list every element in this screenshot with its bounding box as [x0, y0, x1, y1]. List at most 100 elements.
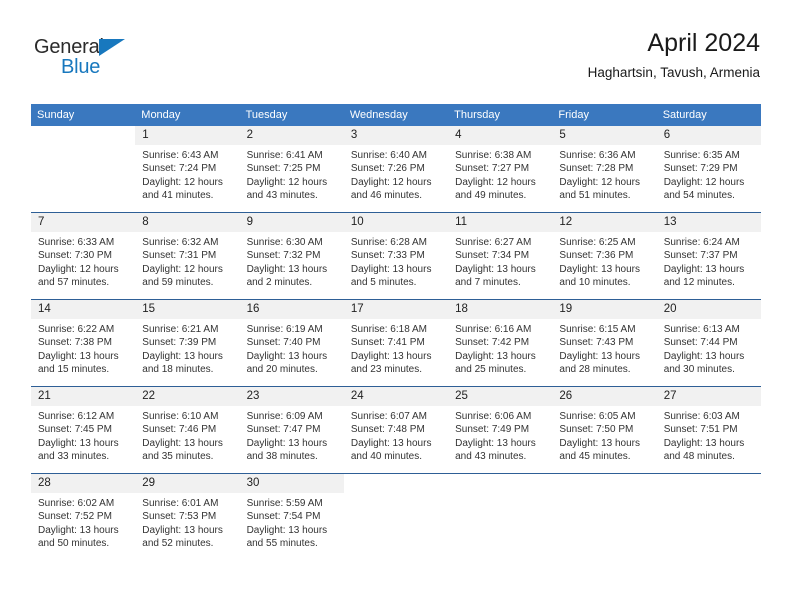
- sunset-time: Sunset: 7:47 PM: [246, 424, 321, 436]
- daylight-duration-line1: Daylight: 13 hours: [663, 350, 745, 362]
- calendar-day-cell[interactable]: 4 Sunrise: 6:38 AM Sunset: 7:27 PM Daylight…: [448, 126, 553, 213]
- page-subtitle: Haghartsin, Tavush, Armenia: [587, 65, 760, 80]
- day-sun-info: Sunrise: 6:36 AM Sunset: 7:28 PM Daylight:…: [552, 145, 656, 203]
- calendar-day-cell[interactable]: 28 Sunrise: 6:02 AM Sunset: 7:52 PM Dayligh…: [31, 473, 136, 560]
- day-number: [657, 474, 761, 493]
- calendar-day-cell[interactable]: 21 Sunrise: 6:12 AM Sunset: 7:45 PM Dayligh…: [31, 386, 136, 474]
- column-header-monday: Monday: [135, 104, 240, 126]
- daylight-duration-line2: and 2 minutes.: [246, 277, 313, 289]
- day-number: 12: [552, 213, 657, 232]
- day-cell-content: 10 Sunrise: 6:28 AM Sunset: 7:33 PM Dayligh…: [343, 213, 449, 299]
- calendar-day-cell[interactable]: 2 Sunrise: 6:41 AM Sunset: 7:25 PM Daylight…: [239, 126, 344, 213]
- column-header-friday: Friday: [552, 104, 657, 126]
- day-number: 20: [656, 300, 761, 319]
- daylight-duration-line2: and 38 minutes.: [246, 451, 318, 463]
- calendar-day-cell[interactable]: 18 Sunrise: 6:16 AM Sunset: 7:42 PM Dayligh…: [448, 299, 553, 387]
- sunrise-time: Sunrise: 6:24 AM: [663, 237, 740, 248]
- calendar-day-cell[interactable]: 24 Sunrise: 6:07 AM Sunset: 7:48 PM Dayligh…: [343, 386, 449, 474]
- day-sun-info: Sunrise: 6:43 AM Sunset: 7:24 PM Daylight:…: [135, 145, 239, 203]
- daylight-duration-line1: Daylight: 13 hours: [455, 350, 536, 362]
- day-number: 13: [656, 213, 761, 232]
- daylight-duration-line2: and 43 minutes.: [246, 190, 318, 202]
- day-number: 17: [343, 300, 449, 319]
- calendar-day-cell[interactable]: 27 Sunrise: 6:03 AM Sunset: 7:51 PM Dayligh…: [656, 386, 761, 474]
- calendar-day-cell[interactable]: 10 Sunrise: 6:28 AM Sunset: 7:33 PM Dayligh…: [343, 212, 449, 300]
- sunrise-time: Sunrise: 6:02 AM: [38, 498, 115, 509]
- calendar-day-cell[interactable]: 22 Sunrise: 6:10 AM Sunset: 7:46 PM Dayligh…: [135, 386, 240, 474]
- day-number: [448, 474, 552, 493]
- calendar-day-cell[interactable]: 19 Sunrise: 6:15 AM Sunset: 7:43 PM Dayligh…: [552, 299, 657, 387]
- day-cell-content: [31, 126, 135, 212]
- sunset-time: Sunset: 7:43 PM: [559, 337, 634, 349]
- calendar-day-cell[interactable]: 26 Sunrise: 6:05 AM Sunset: 7:50 PM Dayligh…: [552, 386, 657, 474]
- day-sun-info: Sunrise: 6:07 AM Sunset: 7:48 PM Daylight:…: [344, 406, 448, 464]
- day-cell-content: [448, 474, 552, 560]
- sunset-time: Sunset: 7:30 PM: [38, 250, 112, 262]
- daylight-duration-line1: Daylight: 13 hours: [38, 350, 119, 362]
- day-number: 26: [552, 387, 657, 406]
- day-cell-content: 3 Sunrise: 6:40 AM Sunset: 7:26 PM Daylight…: [343, 126, 449, 212]
- calendar-day-cell[interactable]: 3 Sunrise: 6:40 AM Sunset: 7:26 PM Daylight…: [343, 126, 449, 213]
- calendar-empty-cell: [656, 473, 761, 560]
- calendar-day-cell[interactable]: 17 Sunrise: 6:18 AM Sunset: 7:41 PM Dayligh…: [343, 299, 449, 387]
- day-cell-content: 16 Sunrise: 6:19 AM Sunset: 7:40 PM Dayligh…: [239, 300, 344, 386]
- daylight-duration-line2: and 55 minutes.: [246, 538, 318, 550]
- calendar-day-cell[interactable]: 8 Sunrise: 6:32 AM Sunset: 7:31 PM Daylight…: [135, 212, 240, 300]
- calendar-day-cell[interactable]: 12 Sunrise: 6:25 AM Sunset: 7:36 PM Dayligh…: [552, 212, 657, 300]
- sunset-time: Sunset: 7:27 PM: [455, 163, 530, 175]
- day-cell-content: 25 Sunrise: 6:06 AM Sunset: 7:49 PM Dayligh…: [448, 387, 553, 473]
- daylight-duration-line2: and 30 minutes.: [663, 364, 735, 376]
- day-number: 23: [239, 387, 344, 406]
- calendar-day-cell[interactable]: 16 Sunrise: 6:19 AM Sunset: 7:40 PM Dayligh…: [239, 299, 344, 387]
- day-cell-content: 6 Sunrise: 6:35 AM Sunset: 7:29 PM Daylight…: [656, 126, 761, 212]
- calendar-day-cell[interactable]: 13 Sunrise: 6:24 AM Sunset: 7:37 PM Dayligh…: [656, 212, 761, 300]
- sunrise-time: Sunrise: 6:40 AM: [350, 150, 427, 161]
- daylight-duration-line2: and 52 minutes.: [142, 538, 214, 550]
- page-header: General Blue April 2024 Haghartsin, Tavu…: [0, 0, 792, 100]
- daylight-duration-line1: Daylight: 13 hours: [350, 263, 432, 275]
- calendar-header-row: Sunday Monday Tuesday Wednesday Thursday…: [31, 104, 761, 126]
- daylight-duration-line2: and 18 minutes.: [142, 364, 214, 376]
- day-cell-content: 13 Sunrise: 6:24 AM Sunset: 7:37 PM Dayligh…: [656, 213, 761, 299]
- day-sun-info: Sunrise: 6:28 AM Sunset: 7:33 PM Daylight:…: [344, 232, 448, 290]
- daylight-duration-line1: Daylight: 13 hours: [559, 350, 641, 362]
- day-sun-info: Sunrise: 6:25 AM Sunset: 7:36 PM Daylight:…: [552, 232, 656, 290]
- day-number: 21: [31, 387, 136, 406]
- calendar-day-cell[interactable]: 23 Sunrise: 6:09 AM Sunset: 7:47 PM Dayligh…: [239, 386, 344, 474]
- calendar-day-cell[interactable]: 25 Sunrise: 6:06 AM Sunset: 7:49 PM Dayligh…: [448, 386, 553, 474]
- calendar-day-cell[interactable]: 7 Sunrise: 6:33 AM Sunset: 7:30 PM Daylight…: [31, 212, 136, 300]
- day-cell-content: 7 Sunrise: 6:33 AM Sunset: 7:30 PM Daylight…: [31, 213, 136, 299]
- calendar-empty-cell: [31, 126, 135, 213]
- day-cell-content: 4 Sunrise: 6:38 AM Sunset: 7:27 PM Daylight…: [448, 126, 553, 212]
- calendar-day-cell[interactable]: 29 Sunrise: 6:01 AM Sunset: 7:53 PM Dayligh…: [135, 473, 240, 560]
- column-header-tuesday: Tuesday: [239, 104, 344, 126]
- sunrise-time: Sunrise: 6:32 AM: [142, 237, 219, 248]
- daylight-duration-line2: and 20 minutes.: [246, 364, 318, 376]
- calendar-day-cell[interactable]: 1 Sunrise: 6:43 AM Sunset: 7:24 PM Daylight…: [135, 126, 240, 213]
- day-cell-content: 17 Sunrise: 6:18 AM Sunset: 7:41 PM Dayligh…: [343, 300, 449, 386]
- calendar-day-cell[interactable]: 6 Sunrise: 6:35 AM Sunset: 7:29 PM Daylight…: [656, 126, 761, 213]
- day-number: 16: [239, 300, 344, 319]
- calendar-day-cell[interactable]: 30 Sunrise: 5:59 AM Sunset: 7:54 PM Dayligh…: [239, 473, 344, 560]
- day-cell-content: 21 Sunrise: 6:12 AM Sunset: 7:45 PM Dayligh…: [31, 387, 136, 473]
- calendar-day-cell[interactable]: 20 Sunrise: 6:13 AM Sunset: 7:44 PM Dayligh…: [656, 299, 761, 387]
- day-sun-info: Sunrise: 6:16 AM Sunset: 7:42 PM Daylight:…: [448, 319, 552, 377]
- sunset-time: Sunset: 7:33 PM: [350, 250, 425, 262]
- calendar-day-cell[interactable]: 5 Sunrise: 6:36 AM Sunset: 7:28 PM Daylight…: [552, 126, 657, 213]
- sunset-time: Sunset: 7:42 PM: [455, 337, 530, 349]
- calendar-day-cell[interactable]: 15 Sunrise: 6:21 AM Sunset: 7:39 PM Dayligh…: [135, 299, 240, 387]
- title-block: April 2024 Haghartsin, Tavush, Armenia: [588, 28, 760, 83]
- day-cell-content: 30 Sunrise: 5:59 AM Sunset: 7:54 PM Dayligh…: [239, 474, 344, 560]
- sunset-time: Sunset: 7:31 PM: [142, 250, 217, 262]
- day-sun-info: Sunrise: 6:10 AM Sunset: 7:46 PM Daylight:…: [135, 406, 239, 464]
- calendar-day-cell[interactable]: 11 Sunrise: 6:27 AM Sunset: 7:34 PM Dayligh…: [448, 212, 553, 300]
- sunrise-time: Sunrise: 6:19 AM: [246, 324, 323, 335]
- sunset-time: Sunset: 7:37 PM: [663, 250, 738, 262]
- day-sun-info: Sunrise: 6:22 AM Sunset: 7:38 PM Daylight:…: [31, 319, 135, 377]
- calendar-day-cell[interactable]: 9 Sunrise: 6:30 AM Sunset: 7:32 PM Daylight…: [239, 212, 344, 300]
- day-cell-content: 15 Sunrise: 6:21 AM Sunset: 7:39 PM Dayligh…: [135, 300, 240, 386]
- calendar-day-cell[interactable]: 14 Sunrise: 6:22 AM Sunset: 7:38 PM Dayligh…: [31, 299, 136, 387]
- daylight-duration-line2: and 59 minutes.: [142, 277, 214, 289]
- day-cell-content: 8 Sunrise: 6:32 AM Sunset: 7:31 PM Daylight…: [135, 213, 240, 299]
- day-number: 22: [135, 387, 240, 406]
